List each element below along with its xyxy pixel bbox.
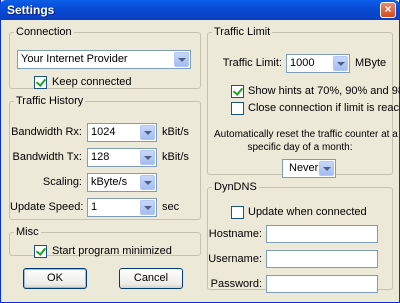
hostname-input[interactable] bbox=[266, 225, 378, 243]
update-when-connected-checkbox[interactable] bbox=[231, 206, 244, 219]
bandwidth-rx-label: Bandwidth Rx: bbox=[11, 126, 82, 138]
bandwidth-tx-select[interactable]: 128 bbox=[87, 148, 157, 167]
scaling-select[interactable]: kByte/s bbox=[87, 173, 157, 192]
traffic-history-legend: Traffic History bbox=[16, 95, 84, 107]
settings-window: Settings × Connection Your Internet Prov… bbox=[0, 0, 400, 303]
username-input[interactable] bbox=[266, 250, 378, 268]
update-speed-select[interactable]: 1 bbox=[87, 198, 157, 217]
keep-connected-label: Keep connected bbox=[52, 76, 132, 88]
chevron-down-icon[interactable] bbox=[140, 200, 155, 215]
chevron-down-icon[interactable] bbox=[140, 175, 155, 190]
chevron-down-icon[interactable] bbox=[140, 150, 155, 165]
scaling-value: kByte/s bbox=[91, 176, 128, 188]
update-speed-unit: sec bbox=[162, 201, 180, 213]
chevron-down-icon[interactable] bbox=[319, 161, 334, 176]
update-speed-value: 1 bbox=[91, 201, 98, 213]
chevron-down-icon[interactable] bbox=[140, 125, 155, 140]
close-connection-checkbox[interactable] bbox=[231, 102, 244, 115]
password-label: Password: bbox=[210, 278, 262, 290]
close-icon: × bbox=[384, 2, 392, 16]
traffic-limit-legend: Traffic Limit bbox=[214, 26, 271, 38]
reset-text-line2: specific day of a month: bbox=[247, 142, 353, 153]
chevron-down-icon[interactable] bbox=[174, 52, 189, 67]
chevron-down-icon[interactable] bbox=[333, 56, 348, 71]
provider-value: Your Internet Provider bbox=[21, 53, 128, 65]
dyndns-legend: DynDNS bbox=[214, 181, 257, 193]
bandwidth-rx-value: 1024 bbox=[91, 126, 116, 138]
traffic-limit-value: 1000 bbox=[290, 57, 315, 69]
show-hints-checkbox[interactable] bbox=[231, 85, 244, 98]
traffic-limit-group: Traffic Limit Traffic Limit: 1000 MByte … bbox=[207, 26, 400, 178]
traffic-limit-select[interactable]: 1000 bbox=[286, 54, 350, 73]
ok-button[interactable]: OK bbox=[23, 268, 87, 289]
misc-legend: Misc bbox=[16, 226, 39, 238]
username-label: Username: bbox=[208, 253, 262, 265]
close-button[interactable]: × bbox=[380, 2, 396, 18]
bandwidth-tx-value: 128 bbox=[91, 151, 110, 163]
window-title: Settings bbox=[7, 3, 55, 17]
start-minimized-checkbox[interactable] bbox=[34, 245, 47, 258]
start-minimized-label: Start program minimized bbox=[52, 245, 172, 257]
close-connection-label: Close connection if limit is reached bbox=[248, 102, 400, 114]
traffic-limit-unit: MByte bbox=[355, 57, 387, 69]
bandwidth-rx-select[interactable]: 1024 bbox=[87, 123, 157, 142]
show-hints-label: Show hints at 70%, 90% and 98% bbox=[248, 85, 400, 97]
update-speed-label: Update Speed: bbox=[10, 201, 84, 213]
connection-group: Connection Your Internet Provider Keep c… bbox=[9, 26, 201, 89]
bandwidth-tx-unit: kBit/s bbox=[162, 151, 189, 163]
hostname-label: Hostname: bbox=[208, 228, 262, 240]
reset-day-value: Never bbox=[289, 162, 319, 174]
update-when-connected-label: Update when connected bbox=[248, 206, 367, 218]
traffic-history-group: Traffic History Bandwidth Rx: 1024 kBit/… bbox=[9, 95, 201, 220]
dyndns-group: DynDNS Update when connected Hostname: U… bbox=[207, 181, 393, 293]
connection-legend: Connection bbox=[16, 26, 72, 38]
traffic-limit-label: Traffic Limit: bbox=[222, 57, 282, 69]
reset-text-line1: Automatically reset the traffic counter … bbox=[214, 129, 398, 140]
provider-select[interactable]: Your Internet Provider bbox=[17, 50, 191, 69]
scaling-label: Scaling: bbox=[42, 176, 82, 188]
title-bar[interactable]: Settings × bbox=[0, 0, 400, 20]
password-input[interactable] bbox=[266, 275, 378, 293]
bandwidth-rx-unit: kBit/s bbox=[162, 126, 189, 138]
misc-group: Misc Start program minimized bbox=[9, 226, 201, 258]
reset-day-select[interactable]: Never bbox=[282, 159, 336, 178]
bandwidth-tx-label: Bandwidth Tx: bbox=[12, 151, 82, 163]
cancel-button[interactable]: Cancel bbox=[119, 268, 183, 289]
keep-connected-checkbox[interactable] bbox=[34, 76, 47, 89]
